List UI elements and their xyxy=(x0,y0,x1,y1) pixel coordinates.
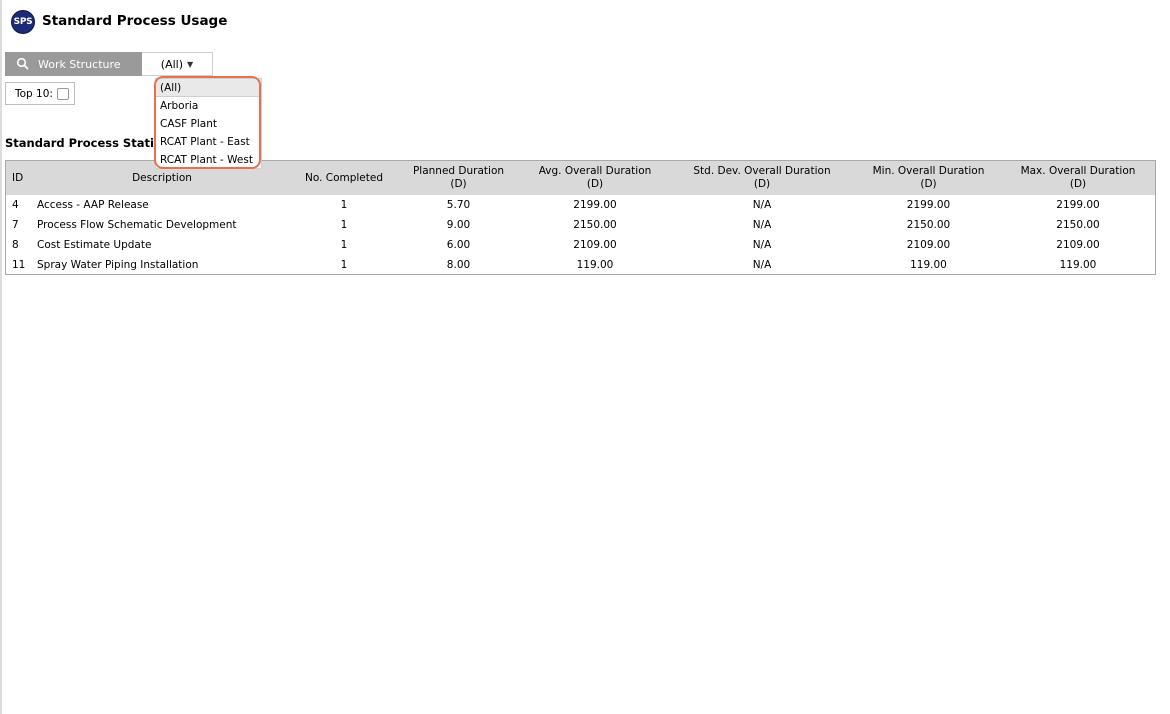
cell-planned: 8.00 xyxy=(446,259,471,271)
col-header-avg-duration[interactable]: Avg. Overall Duration (D) xyxy=(522,161,668,195)
filter-label-text: Work Structure xyxy=(38,57,121,71)
cell-avg: 2199.00 xyxy=(573,199,617,211)
statistics-table: ID Description No. Completed Planned Dur… xyxy=(5,160,1156,275)
cell-std: N/A xyxy=(752,239,772,251)
cell-no-completed: 1 xyxy=(340,239,348,251)
cell-min: 2150.00 xyxy=(906,219,951,231)
top10-label: Top 10: xyxy=(15,87,53,100)
col-header-planned-duration[interactable]: Planned Duration (D) xyxy=(395,161,522,195)
table-row[interactable]: 11 Spray Water Piping Installation 1 8.0… xyxy=(6,255,1155,275)
col-header-no-completed[interactable]: No. Completed xyxy=(293,161,395,195)
cell-id: 8 xyxy=(12,239,19,251)
cell-description: Cost Estimate Update xyxy=(37,239,152,251)
top10-checkbox[interactable] xyxy=(56,87,69,100)
col-header-min-duration[interactable]: Min. Overall Duration (D) xyxy=(856,161,1001,195)
cell-planned: 9.00 xyxy=(446,219,471,231)
page-left-border xyxy=(0,0,2,714)
cell-description: Process Flow Schematic Development xyxy=(37,219,237,231)
cell-avg: 119.00 xyxy=(576,259,614,271)
work-structure-select[interactable]: (All) ▼ xyxy=(142,52,213,76)
cell-planned: 5.70 xyxy=(446,199,471,211)
cell-max: 119.00 xyxy=(1059,259,1097,271)
cell-no-completed: 1 xyxy=(340,259,348,271)
search-icon xyxy=(16,57,30,71)
work-structure-dropdown: (All) Arboria CASF Plant RCAT Plant - Ea… xyxy=(155,78,262,169)
cell-planned: 6.00 xyxy=(446,239,471,251)
dropdown-option-casf-plant[interactable]: CASF Plant xyxy=(156,115,261,133)
cell-std: N/A xyxy=(752,259,772,271)
top10-toggle[interactable]: Top 10: xyxy=(5,82,75,105)
dropdown-option-rcat-west[interactable]: RCAT Plant - West xyxy=(156,151,261,169)
work-structure-filter-label[interactable]: Work Structure xyxy=(5,52,153,76)
col-header-std-dev-duration[interactable]: Std. Dev. Overall Duration (D) xyxy=(668,161,856,195)
filter-selected-value: (All) xyxy=(160,57,184,71)
cell-avg: 2109.00 xyxy=(573,239,617,251)
cell-max: 2199.00 xyxy=(1056,199,1100,211)
col-header-max-duration[interactable]: Max. Overall Duration (D) xyxy=(1001,161,1155,195)
dropdown-option-all[interactable]: (All) xyxy=(156,79,261,97)
dropdown-option-arboria[interactable]: Arboria xyxy=(156,97,261,115)
cell-avg: 2150.00 xyxy=(573,219,617,231)
chevron-down-icon: ▼ xyxy=(187,59,194,69)
table-row[interactable]: 7 Process Flow Schematic Development 1 9… xyxy=(6,215,1155,235)
cell-description: Spray Water Piping Installation xyxy=(37,259,199,271)
cell-description: Access - AAP Release xyxy=(37,199,149,211)
cell-max: 2109.00 xyxy=(1056,239,1100,251)
cell-max: 2150.00 xyxy=(1056,219,1100,231)
section-title: Standard Process Stati xyxy=(5,136,154,150)
sps-logo: SPS xyxy=(11,10,35,34)
cell-std: N/A xyxy=(752,219,772,231)
cell-no-completed: 1 xyxy=(340,219,348,231)
cell-min: 119.00 xyxy=(910,259,947,271)
cell-min: 2199.00 xyxy=(906,199,951,211)
table-row[interactable]: 8 Cost Estimate Update 1 6.00 2109.00 N/… xyxy=(6,235,1155,255)
cell-id: 4 xyxy=(12,199,19,211)
cell-min: 2109.00 xyxy=(906,239,951,251)
cell-std: N/A xyxy=(752,199,772,211)
page-title: Standard Process Usage xyxy=(42,13,228,29)
table-row[interactable]: 4 Access - AAP Release 1 5.70 2199.00 N/… xyxy=(6,195,1155,215)
cell-id: 11 xyxy=(12,259,26,271)
col-header-id[interactable]: ID xyxy=(6,161,31,195)
dropdown-option-rcat-east[interactable]: RCAT Plant - East xyxy=(156,133,261,151)
cell-id: 7 xyxy=(12,219,19,231)
cell-no-completed: 1 xyxy=(340,199,348,211)
